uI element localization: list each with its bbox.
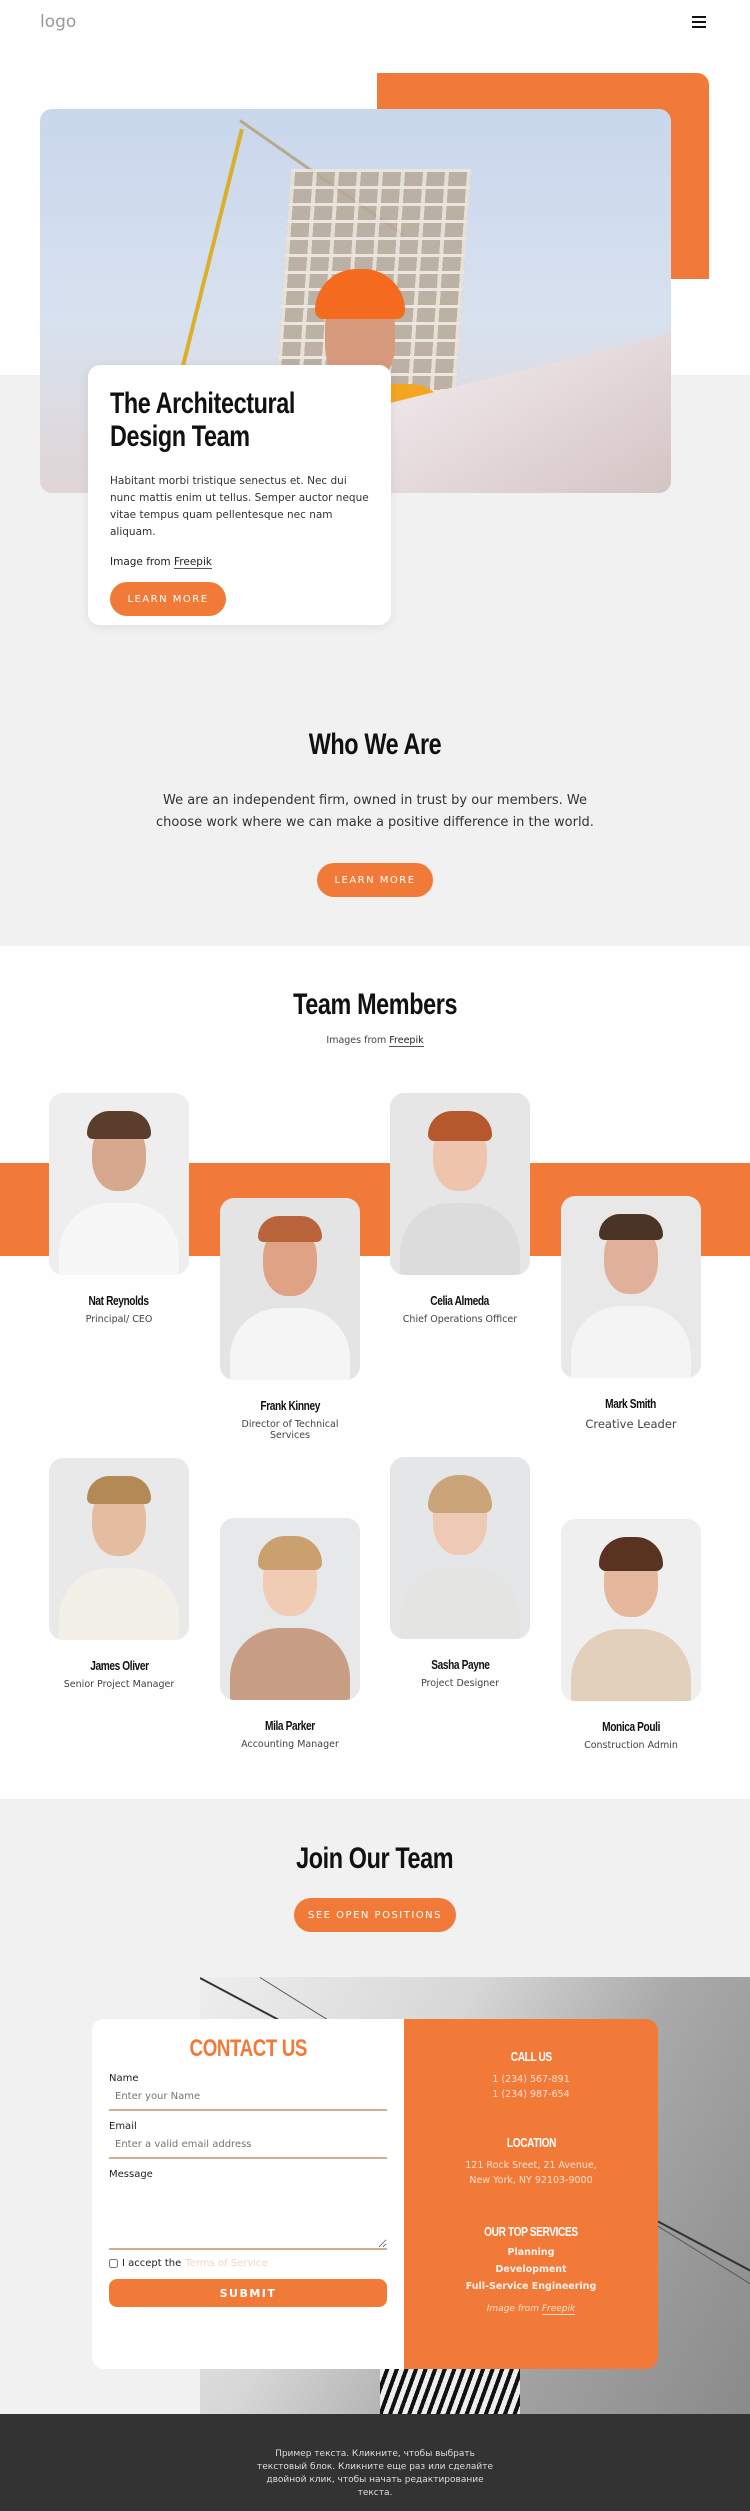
email-input[interactable] [109, 2132, 387, 2159]
phone-number[interactable]: 1 (234) 987-654 [404, 2087, 658, 2102]
member-role: Construction Admin [584, 1740, 678, 1751]
name-label: Name [109, 2073, 139, 2084]
who-we-are-heading-wrap: Who We Are [0, 728, 750, 762]
team-heading-wrap: Team Members [0, 988, 750, 1022]
location-title: LOCATION [506, 2135, 556, 2150]
freepik-link[interactable]: Freepik [541, 2304, 576, 2315]
team-member-card: Frank Kinney Director of Technical Servi… [220, 1198, 360, 1441]
member-photo [390, 1457, 530, 1639]
member-photo [220, 1198, 360, 1380]
team-member-card: Sasha Payne Project Designer [390, 1457, 530, 1689]
member-role: Accounting Manager [241, 1739, 339, 1750]
member-photo [49, 1458, 189, 1640]
footer-text: Пример текста. Кликните, чтобы выбрать т… [256, 2449, 493, 2498]
submit-button[interactable]: SUBMIT [109, 2279, 387, 2307]
terms-of-service-link[interactable]: Terms of Service [185, 2258, 267, 2269]
call-us-title: CALL US [510, 2049, 552, 2064]
team-member-card: James Oliver Senior Project Manager [49, 1458, 189, 1690]
member-role: Chief Operations Officer [402, 1314, 518, 1325]
freepik-link[interactable]: Freepik [174, 556, 212, 569]
credit-prefix: Image from [486, 2304, 539, 2314]
address-line: New York, NY 92103-9000 [469, 2175, 593, 2186]
member-photo [49, 1093, 189, 1275]
member-photo [561, 1196, 701, 1378]
member-role: Principal/ CEO [85, 1314, 153, 1325]
terms-prefix: I accept the [122, 2258, 182, 2269]
name-input[interactable] [109, 2084, 387, 2111]
email-label: Email [109, 2121, 137, 2132]
member-name: James Oliver [89, 1658, 149, 1673]
freepik-link[interactable]: Freepik [389, 1035, 424, 1047]
join-heading-wrap: Join Our Team [0, 1842, 750, 1876]
address-line: 121 Rock Sreet, 21 Avenue, [465, 2160, 597, 2171]
who-we-are-title: Who We Are [308, 728, 442, 761]
see-open-positions-button[interactable]: SEE OPEN POSITIONS [294, 1898, 456, 1932]
member-role: Director of Technical Services [241, 1419, 339, 1441]
contact-title: CONTACT US [189, 2035, 307, 2062]
service-item: Planning [507, 2247, 555, 2258]
message-label: Message [109, 2169, 153, 2180]
member-name: Mila Parker [265, 1718, 315, 1733]
team-member-card: Mark Smith Creative Leader [561, 1196, 701, 1431]
hero-learn-more-button[interactable]: LEARN MORE [110, 582, 226, 616]
terms-checkbox[interactable] [109, 2259, 118, 2268]
team-image-credit: Images from Freepik [0, 1035, 750, 1047]
contact-info-panel: CALL US 1 (234) 567-891 1 (234) 987-654 … [404, 2019, 658, 2369]
member-photo [390, 1093, 530, 1275]
who-we-are-text: We are an independent firm, owned in tru… [156, 793, 594, 830]
team-members-title: Team Members [293, 988, 457, 1021]
hero-title: The Architectural Design Team [110, 387, 295, 453]
hero-image-credit: Image from Freepik [110, 556, 369, 569]
member-name: Sasha Payne [430, 1657, 490, 1672]
contact-form: CONTACT US Name Email Message I accept t… [92, 2019, 404, 2369]
logo[interactable]: logo [40, 12, 76, 32]
member-name: Mark Smith [605, 1396, 657, 1411]
service-item: Full-Service Engineering [465, 2281, 597, 2292]
phone-number[interactable]: 1 (234) 567-891 [404, 2072, 658, 2087]
hero-card: The Architectural Design Team Habitant m… [88, 365, 391, 625]
team-member-card: Nat Reynolds Principal/ CEO [49, 1093, 189, 1325]
footer: Пример текста. Кликните, чтобы выбрать т… [0, 2414, 750, 2511]
join-our-team-title: Join Our Team [296, 1842, 454, 1875]
service-item: Development [495, 2264, 567, 2275]
team-member-card: Mila Parker Accounting Manager [220, 1518, 360, 1750]
member-photo [220, 1518, 360, 1700]
team-member-card: Celia Almeda Chief Operations Officer [390, 1093, 530, 1325]
member-photo [561, 1519, 701, 1701]
credit-prefix: Images from [326, 1035, 387, 1046]
message-textarea[interactable] [109, 2180, 387, 2250]
member-name: Frank Kinney [260, 1398, 320, 1413]
member-name: Monica Pouli [602, 1719, 660, 1734]
terms-row: I accept the Terms of Service [109, 2258, 387, 2269]
member-role: Senior Project Manager [63, 1679, 175, 1690]
member-name: Celia Almeda [430, 1293, 490, 1308]
services-title: OUR TOP SERVICES [484, 2224, 578, 2239]
member-role: Creative Leader [585, 1417, 677, 1431]
hero-text: Habitant morbi tristique senectus et. Ne… [110, 475, 369, 538]
contact-image-credit: Image from Freepik [404, 2304, 658, 2315]
member-role: Project Designer [420, 1678, 500, 1689]
member-name: Nat Reynolds [88, 1293, 150, 1308]
hamburger-menu-icon[interactable] [692, 16, 706, 28]
credit-prefix: Image from [110, 556, 171, 568]
team-member-card: Monica Pouli Construction Admin [561, 1519, 701, 1751]
who-learn-more-button[interactable]: LEARN MORE [317, 863, 433, 897]
